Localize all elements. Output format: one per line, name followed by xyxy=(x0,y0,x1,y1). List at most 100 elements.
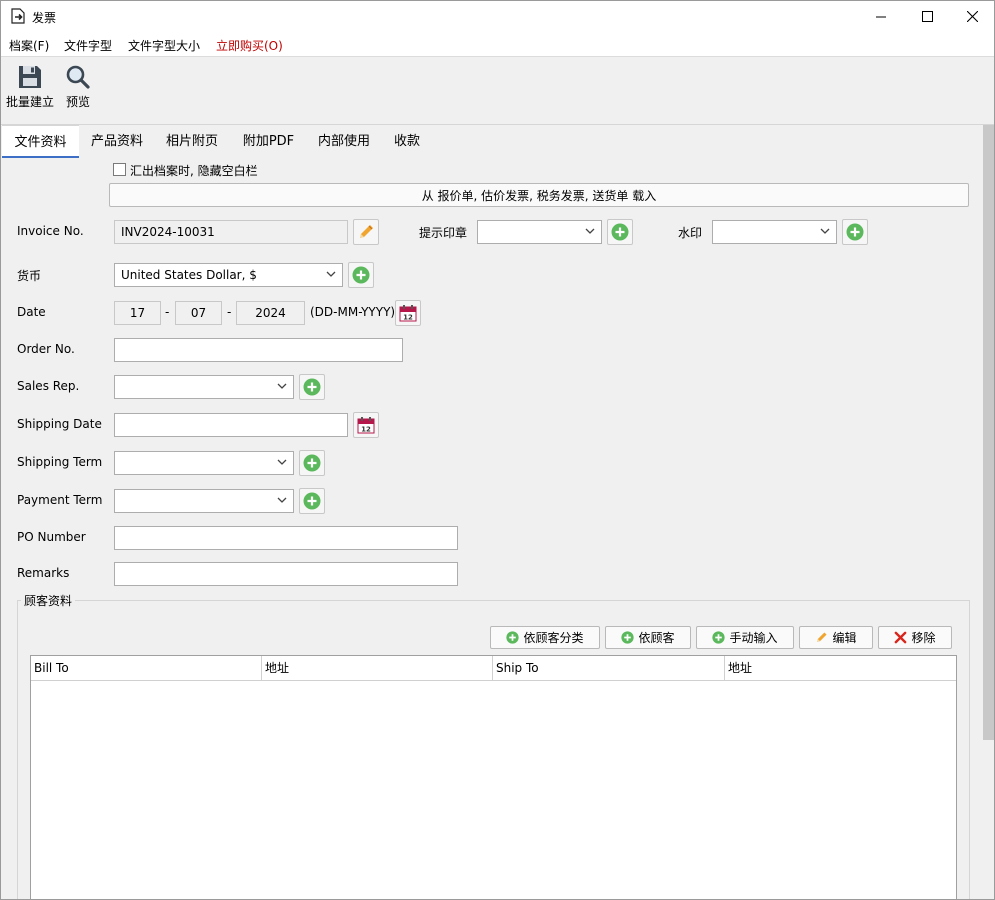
remarks-label: Remarks xyxy=(17,566,70,580)
chevron-down-icon xyxy=(326,271,336,277)
plus-circle-icon xyxy=(303,492,321,510)
menu-file[interactable]: 档案(F) xyxy=(9,37,49,54)
invoice-window: 发票 档案(F) 文件字型 文件字型大小 立即购买(O) 批量建立 预览 文件资… xyxy=(0,0,995,900)
calendar-icon: 12 xyxy=(399,305,417,322)
currency-select[interactable]: United States Dollar, $ xyxy=(114,263,343,287)
add-watermark-button[interactable] xyxy=(842,219,868,245)
tab-photo-attachments[interactable]: 相片附页 xyxy=(156,125,228,158)
invoice-no-field[interactable]: INV2024-10031 xyxy=(114,220,348,244)
vertical-scrollbar-thumb[interactable] xyxy=(983,125,994,740)
pencil-icon xyxy=(817,632,828,642)
batch-create-button[interactable]: 批量建立 xyxy=(5,58,55,118)
payment-term-label: Payment Term xyxy=(17,493,103,507)
hide-blank-label: 汇出档案时, 隐藏空白栏 xyxy=(130,164,258,178)
preview-button[interactable]: 预览 xyxy=(61,58,95,118)
invoice-no-label: Invoice No. xyxy=(17,224,84,238)
payment-term-select[interactable] xyxy=(114,489,294,513)
tab-internal-use[interactable]: 内部使用 xyxy=(308,125,380,158)
customer-table[interactable]: Bill To 地址 Ship To 地址 xyxy=(30,655,957,899)
calendar-date-number: 12 xyxy=(361,426,371,434)
shipping-date-field[interactable] xyxy=(114,413,348,437)
order-no-label: Order No. xyxy=(17,342,75,356)
shipping-date-calendar-button[interactable]: 12 xyxy=(353,412,379,438)
plus-circle-icon xyxy=(712,631,726,644)
save-disk-icon xyxy=(19,66,41,88)
remarks-field[interactable] xyxy=(114,562,458,586)
date-day-field[interactable]: 17 xyxy=(114,301,161,325)
plus-circle-icon xyxy=(621,631,635,644)
plus-circle-icon xyxy=(846,223,864,241)
column-header-ship-address[interactable]: 地址 xyxy=(725,656,956,681)
add-stamp-button[interactable] xyxy=(607,219,633,245)
date-month-field[interactable]: 07 xyxy=(175,301,222,325)
window-title: 发票 xyxy=(32,11,57,25)
customer-group-title: 顾客资料 xyxy=(21,592,76,609)
stamp-label: 提示印章 xyxy=(419,226,468,240)
menu-font[interactable]: 文件字型 xyxy=(64,37,112,54)
watermark-select[interactable] xyxy=(712,220,837,244)
close-button[interactable] xyxy=(949,1,994,32)
magnifier-icon xyxy=(66,65,90,89)
hide-blank-checkbox[interactable] xyxy=(113,163,126,176)
plus-circle-icon xyxy=(611,223,629,241)
remove-customer-button[interactable]: 移除 xyxy=(878,626,952,649)
plus-circle-icon xyxy=(303,454,321,472)
add-payment-term-button[interactable] xyxy=(299,488,325,514)
date-separator: - xyxy=(165,305,170,319)
preview-label: 预览 xyxy=(65,95,90,109)
add-sales-rep-button[interactable] xyxy=(299,374,325,400)
minimize-icon xyxy=(876,16,886,17)
edit-customer-label: 编辑 xyxy=(832,631,857,645)
minimize-button[interactable] xyxy=(858,1,904,32)
stamp-select[interactable] xyxy=(477,220,602,244)
add-shipping-term-button[interactable] xyxy=(299,450,325,476)
plus-circle-icon xyxy=(506,631,520,644)
column-header-bill-address[interactable]: 地址 xyxy=(262,656,493,681)
shipping-date-label: Shipping Date xyxy=(17,417,102,431)
date-format-hint: (DD-MM-YYYY) xyxy=(310,305,396,319)
calendar-icon: 12 xyxy=(357,417,375,434)
add-currency-button[interactable] xyxy=(348,262,374,288)
shipping-term-label: Shipping Term xyxy=(17,455,103,469)
tab-attach-pdf[interactable]: 附加PDF xyxy=(231,125,306,158)
sales-rep-select[interactable] xyxy=(114,375,294,399)
shipping-term-select[interactable] xyxy=(114,451,294,475)
load-from-documents-button[interactable]: 从 报价单, 估价发票, 税务发票, 送货单 载入 xyxy=(109,183,969,207)
date-year-field[interactable]: 2024 xyxy=(236,301,305,325)
manual-input-label: 手动输入 xyxy=(729,631,778,645)
date-label: Date xyxy=(17,305,46,319)
po-number-field[interactable] xyxy=(114,526,458,550)
currency-value: United States Dollar, $ xyxy=(121,268,257,282)
tab-payment[interactable]: 收款 xyxy=(383,125,431,158)
toolbar: 批量建立 预览 xyxy=(1,58,994,125)
add-by-category-button[interactable]: 依顾客分类 xyxy=(490,626,600,649)
plus-circle-icon xyxy=(303,378,321,396)
edit-customer-button[interactable]: 编辑 xyxy=(799,626,873,649)
column-header-ship-to[interactable]: Ship To xyxy=(493,656,725,681)
menu-buy-now[interactable]: 立即购买(O) xyxy=(216,37,283,54)
chevron-down-icon xyxy=(820,228,830,234)
date-calendar-button[interactable]: 12 xyxy=(395,300,421,326)
chevron-down-icon xyxy=(277,497,287,503)
column-header-bill-to[interactable]: Bill To xyxy=(31,656,262,681)
order-no-field[interactable] xyxy=(114,338,403,362)
tab-document-info[interactable]: 文件资料 xyxy=(2,125,79,158)
manual-input-button[interactable]: 手动输入 xyxy=(696,626,794,649)
po-number-label: PO Number xyxy=(17,530,86,544)
edit-invoice-no-button[interactable] xyxy=(353,219,379,245)
remove-customer-label: 移除 xyxy=(911,631,936,645)
plus-circle-icon xyxy=(352,266,370,284)
add-by-customer-label: 依顾客 xyxy=(638,631,675,645)
export-document-icon xyxy=(11,8,25,24)
add-by-customer-button[interactable]: 依顾客 xyxy=(605,626,691,649)
add-by-category-label: 依顾客分类 xyxy=(523,631,584,645)
close-icon xyxy=(966,11,978,22)
date-separator: - xyxy=(227,305,232,319)
pencil-icon xyxy=(360,225,373,238)
maximize-button[interactable] xyxy=(904,1,950,32)
currency-label: 货币 xyxy=(17,269,42,283)
watermark-label: 水印 xyxy=(678,226,703,240)
maximize-icon xyxy=(921,11,933,22)
tab-product-info[interactable]: 产品资料 xyxy=(81,125,153,158)
menu-font-size[interactable]: 文件字型大小 xyxy=(128,37,200,54)
